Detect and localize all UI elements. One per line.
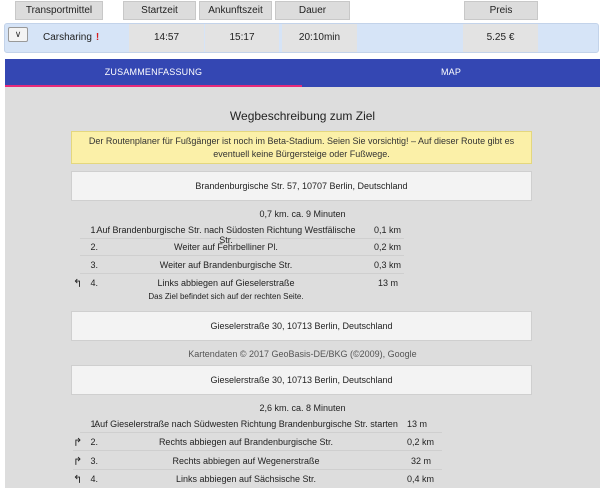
step-instruction: Rechts abbiegen auf Wegenerstraße [172,456,320,466]
warning-line-1: Der Routenplaner für Fußgänger ist noch … [88,136,515,146]
summary-panel: Wegbeschreibung zum Ziel Der Routenplane… [5,87,600,488]
leg2-step: ↰ 4. Links abbiegen auf Sächsische Str. … [73,471,442,488]
step-distance: 0,3 km [374,260,402,270]
step-instruction: Weiter auf Fehrbelliner Pl. [174,242,278,252]
step-instruction: Auf Gieselerstraße nach Südwesten Richtu… [94,419,398,429]
step-instruction: Links abbiegen auf Sächsische Str. [175,474,317,484]
tab-summary[interactable]: ZUSAMMENFASSUNG [5,59,302,87]
step-instruction: Weiter auf Brandenburgische Str. [159,260,293,270]
chevron-down-icon: ∨ [14,29,22,39]
step-distance: 0,4 km [407,474,435,484]
transport-mode: Carsharing [43,32,92,43]
price-cell: 5.25 € [463,24,538,52]
column-header-arrival[interactable]: Ankunftszeit [199,1,272,20]
column-header-price[interactable]: Preis [464,1,538,20]
step-instruction: Rechts abbiegen auf Brandenburgische Str… [158,437,334,447]
step-distance: 32 m [411,456,432,466]
leg1-end-address: Gieselerstraße 30, 10713 Berlin, Deutsch… [71,311,532,341]
leg2-step: 1. Auf Gieselerstraße nach Südwesten Ric… [80,416,442,433]
leg1-step: 1. Auf Brandenburgische Str. nach Südost… [80,222,404,245]
leg1-step: 2. Weiter auf Fehrbelliner Pl. 0,2 km [80,239,404,256]
tab-map[interactable]: MAP [302,59,600,87]
leg1-step: 3. Weiter auf Brandenburgische Str. 0,3 … [80,257,404,274]
leg1-step: ↰ 4. Links abbiegen auf Gieselerstraße 1… [73,275,404,292]
start-time-cell: 14:57 [129,24,204,52]
route-result-row[interactable]: ∨ Carsharing! 14:57 15:17 20:10min 5.25 … [4,23,599,53]
alert-icon: ! [95,32,100,43]
leg1-start-address: Brandenburgische Str. 57, 10707 Berlin, … [71,171,532,201]
map-data-credit: Kartendaten © 2017 GeoBasis-DE/BKG (©200… [188,349,417,359]
column-header-start[interactable]: Startzeit [123,1,196,20]
step-distance: 13 m [378,278,399,288]
leg2-step: ↱ 2. Rechts abbiegen auf Brandenburgisch… [73,434,442,451]
step-distance: 0,2 km [374,242,402,252]
expand-toggle-button[interactable]: ∨ [8,27,28,42]
tab-bar: ZUSAMMENFASSUNG MAP [5,59,600,87]
leg1-summary: 0,7 km. ca. 9 Minuten [259,209,346,219]
column-header-transport[interactable]: Transportmittel [15,1,103,20]
leg2-start-address: Gieselerstraße 30, 10713 Berlin, Deutsch… [71,365,532,395]
transport-cell: Carsharing! [33,24,107,52]
duration-cell: 20:10min [282,24,357,52]
route-planner-page: Transportmittel Startzeit Ankunftszeit D… [0,0,607,488]
page-title: Wegbeschreibung zum Ziel [229,109,376,123]
leg2-step: ↱ 3. Rechts abbiegen auf Wegenerstraße 3… [73,453,442,470]
column-header-duration[interactable]: Dauer [275,1,350,20]
destination-note: Das Ziel befindet sich auf der rechten S… [148,292,304,301]
leg2-summary: 2,6 km. ca. 8 Minuten [259,403,346,413]
warning-line-2: eventuell keine Bürgersteige oder Fußweg… [213,149,390,159]
step-distance: 0,2 km [407,437,435,447]
step-distance: 0,1 km [374,225,402,235]
step-instruction: Links abbiegen auf Gieselerstraße [157,278,295,288]
step-distance: 13 m [407,419,428,429]
arrival-time-cell: 15:17 [205,24,279,52]
beta-warning: Der Routenplaner für Fußgänger ist noch … [71,131,532,164]
